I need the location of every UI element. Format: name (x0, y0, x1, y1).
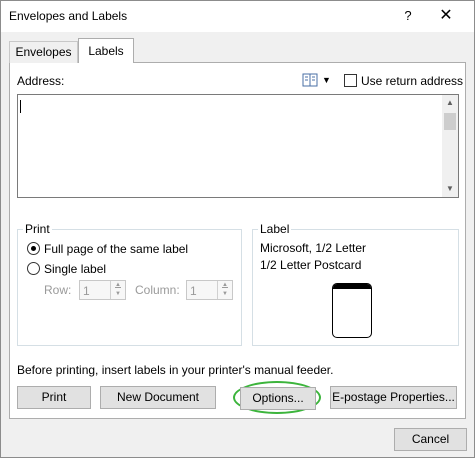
row-stepper[interactable]: 1 ▲ ▼ (79, 280, 126, 300)
label-preview[interactable] (332, 283, 372, 338)
epostage-properties-button[interactable]: E-postage Properties... (330, 386, 457, 409)
address-scrollbar[interactable]: ▲ ▼ (442, 95, 458, 197)
address-label: Address: (17, 74, 65, 88)
title-bar: Envelopes and Labels ? ✕ (1, 1, 474, 32)
window-title: Envelopes and Labels (9, 9, 128, 23)
help-button[interactable]: ? (398, 6, 418, 26)
label-vendor: Microsoft, 1/2 Letter (260, 241, 367, 255)
row-value: 1 (83, 284, 90, 298)
close-button[interactable]: ✕ (426, 4, 466, 28)
options-button[interactable]: Options... (240, 387, 316, 410)
full-page-radio[interactable] (27, 242, 40, 255)
row-label: Row: (44, 283, 72, 297)
full-page-label: Full page of the same label (44, 242, 189, 256)
tab-labels[interactable]: Labels (78, 38, 134, 63)
row-up-icon[interactable]: ▲ (110, 281, 125, 290)
chevron-down-icon[interactable]: ▼ (322, 73, 331, 87)
cancel-button[interactable]: Cancel (394, 428, 467, 451)
row-down-icon[interactable]: ▼ (110, 290, 125, 299)
column-up-icon[interactable]: ▲ (217, 281, 232, 290)
use-return-address-label: Use return address (361, 74, 464, 88)
scroll-up-icon[interactable]: ▲ (442, 95, 458, 111)
tab-envelopes[interactable]: Envelopes (9, 41, 78, 63)
tab-envelopes-label: Envelopes (15, 45, 72, 59)
new-document-button[interactable]: New Document (100, 386, 216, 409)
column-down-icon[interactable]: ▼ (217, 290, 232, 299)
column-label: Column: (135, 283, 180, 297)
print-group-title: Print (23, 222, 52, 236)
text-cursor (20, 100, 21, 113)
label-product: 1/2 Letter Postcard (260, 258, 362, 272)
scroll-down-icon[interactable]: ▼ (442, 181, 458, 197)
column-stepper[interactable]: 1 ▲ ▼ (186, 280, 233, 300)
single-label-radio[interactable] (27, 262, 40, 275)
address-book-icon[interactable] (302, 73, 318, 87)
label-group-title: Label (258, 222, 292, 236)
feeder-notice: Before printing, insert labels in your p… (17, 363, 334, 377)
tab-labels-label: Labels (88, 44, 124, 58)
single-label-label: Single label (44, 262, 107, 276)
print-button[interactable]: Print (17, 386, 91, 409)
column-value: 1 (190, 284, 197, 298)
label-preview-top (333, 284, 371, 289)
envelopes-and-labels-dialog: Envelopes and Labels ? ✕ Envelopes Label… (0, 0, 475, 458)
scroll-thumb[interactable] (444, 113, 456, 130)
address-textarea[interactable] (17, 94, 459, 198)
use-return-address-checkbox[interactable] (344, 74, 357, 87)
